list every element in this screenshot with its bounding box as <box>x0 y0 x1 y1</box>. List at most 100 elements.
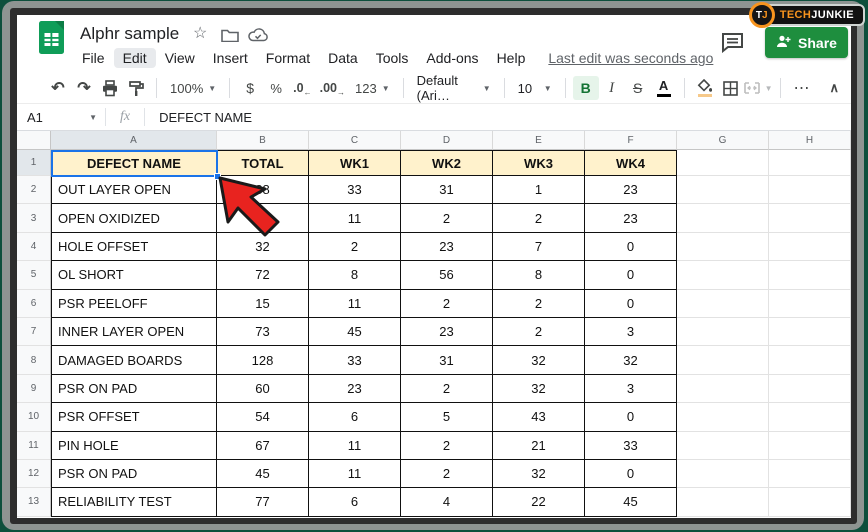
increase-decimal-button[interactable]: .00→ <box>316 81 349 95</box>
cell-C10[interactable]: 6 <box>309 403 401 431</box>
cell-D6[interactable]: 2 <box>401 290 493 318</box>
cell-B9[interactable]: 60 <box>217 375 309 403</box>
cell-G10[interactable] <box>677 403 769 431</box>
last-edit-link[interactable]: Last edit was seconds ago <box>548 50 713 66</box>
column-header-C[interactable]: C <box>309 131 401 150</box>
undo-icon[interactable]: ↶ <box>45 76 71 100</box>
cell-H9[interactable] <box>769 375 851 403</box>
row-header-12[interactable]: 12 <box>17 460 51 488</box>
borders-button[interactable] <box>718 76 744 100</box>
cell-C4[interactable]: 2 <box>309 233 401 261</box>
cell-F1[interactable]: WK4 <box>585 150 677 176</box>
cell-B7[interactable]: 73 <box>217 318 309 346</box>
cell-D8[interactable]: 31 <box>401 346 493 374</box>
row-header-8[interactable]: 8 <box>17 346 51 374</box>
cell-C13[interactable]: 6 <box>309 488 401 516</box>
cell-D12[interactable]: 2 <box>401 460 493 488</box>
column-header-B[interactable]: B <box>217 131 309 150</box>
cell-F10[interactable]: 0 <box>585 403 677 431</box>
cell-D5[interactable]: 56 <box>401 261 493 289</box>
cell-E3[interactable]: 2 <box>493 204 585 232</box>
cell-H8[interactable] <box>769 346 851 374</box>
row-header-3[interactable]: 3 <box>17 204 51 232</box>
menu-item-edit[interactable]: Edit <box>114 48 156 68</box>
cell-E13[interactable]: 22 <box>493 488 585 516</box>
cell-F6[interactable]: 0 <box>585 290 677 318</box>
cell-E1[interactable]: WK3 <box>493 150 585 176</box>
menu-item-file[interactable]: File <box>73 48 114 68</box>
cell-C7[interactable]: 45 <box>309 318 401 346</box>
menu-item-help[interactable]: Help <box>488 48 535 68</box>
cell-C2[interactable]: 33 <box>309 176 401 204</box>
cell-E8[interactable]: 32 <box>493 346 585 374</box>
format-currency-button[interactable]: $ <box>237 76 263 100</box>
cell-H12[interactable] <box>769 460 851 488</box>
row-header-13[interactable]: 13 <box>17 488 51 516</box>
decrease-decimal-button[interactable]: .0← <box>289 81 315 95</box>
cell-H1[interactable] <box>769 150 851 176</box>
cell-C3[interactable]: 11 <box>309 204 401 232</box>
cell-H5[interactable] <box>769 261 851 289</box>
cell-H6[interactable] <box>769 290 851 318</box>
cell-B8[interactable]: 128 <box>217 346 309 374</box>
strikethrough-button[interactable]: S <box>625 76 651 100</box>
font-family-select[interactable]: Default (Ari… ▼ <box>411 76 497 100</box>
cell-C12[interactable]: 11 <box>309 460 401 488</box>
hide-menus-icon[interactable]: ∧ <box>829 80 839 96</box>
cell-A8[interactable]: DAMAGED BOARDS <box>51 346 217 374</box>
column-header-G[interactable]: G <box>677 131 769 150</box>
font-size-select[interactable]: 10 ▼ <box>512 76 558 100</box>
italic-button[interactable]: I <box>599 76 625 100</box>
cell-B6[interactable]: 15 <box>217 290 309 318</box>
menu-item-format[interactable]: Format <box>257 48 319 68</box>
cell-E9[interactable]: 32 <box>493 375 585 403</box>
cell-F4[interactable]: 0 <box>585 233 677 261</box>
cell-A4[interactable]: HOLE OFFSET <box>51 233 217 261</box>
cell-A7[interactable]: INNER LAYER OPEN <box>51 318 217 346</box>
cell-E2[interactable]: 1 <box>493 176 585 204</box>
cell-E12[interactable]: 32 <box>493 460 585 488</box>
row-header-10[interactable]: 10 <box>17 403 51 431</box>
more-formats-select[interactable]: 123 ▼ <box>349 76 396 100</box>
fill-color-button[interactable] <box>692 79 718 97</box>
cell-D1[interactable]: WK2 <box>401 150 493 176</box>
cell-H10[interactable] <box>769 403 851 431</box>
name-box[interactable]: A1 ▼ <box>17 110 105 125</box>
cell-C8[interactable]: 33 <box>309 346 401 374</box>
cell-D2[interactable]: 31 <box>401 176 493 204</box>
move-folder-icon[interactable] <box>221 28 239 47</box>
row-header-11[interactable]: 11 <box>17 432 51 460</box>
row-header-1[interactable]: 1 <box>17 150 51 176</box>
cell-G13[interactable] <box>677 488 769 516</box>
cell-F8[interactable]: 32 <box>585 346 677 374</box>
column-header-H[interactable]: H <box>769 131 851 150</box>
cell-E5[interactable]: 8 <box>493 261 585 289</box>
merge-cells-button[interactable]: ▼ <box>744 76 773 100</box>
cell-D10[interactable]: 5 <box>401 403 493 431</box>
cell-H3[interactable] <box>769 204 851 232</box>
row-header-2[interactable]: 2 <box>17 176 51 204</box>
cell-G1[interactable] <box>677 150 769 176</box>
google-sheets-logo-icon[interactable] <box>39 21 64 59</box>
formula-input[interactable]: DEFECT NAME <box>145 110 252 125</box>
grid-corner-box[interactable] <box>17 131 51 150</box>
menu-item-tools[interactable]: Tools <box>367 48 418 68</box>
cell-B11[interactable]: 67 <box>217 432 309 460</box>
cell-D7[interactable]: 23 <box>401 318 493 346</box>
cell-C5[interactable]: 8 <box>309 261 401 289</box>
cell-D3[interactable]: 2 <box>401 204 493 232</box>
share-button[interactable]: Share <box>765 27 848 58</box>
cell-B13[interactable]: 77 <box>217 488 309 516</box>
cell-G7[interactable] <box>677 318 769 346</box>
print-icon[interactable] <box>97 76 123 100</box>
cell-B1[interactable]: TOTAL <box>217 150 309 176</box>
cell-E4[interactable]: 7 <box>493 233 585 261</box>
cell-C9[interactable]: 23 <box>309 375 401 403</box>
cell-A5[interactable]: OL SHORT <box>51 261 217 289</box>
menu-item-insert[interactable]: Insert <box>204 48 257 68</box>
row-header-6[interactable]: 6 <box>17 290 51 318</box>
cell-C11[interactable]: 11 <box>309 432 401 460</box>
column-header-D[interactable]: D <box>401 131 493 150</box>
cell-A13[interactable]: RELIABILITY TEST <box>51 488 217 516</box>
paint-format-icon[interactable] <box>123 76 149 100</box>
